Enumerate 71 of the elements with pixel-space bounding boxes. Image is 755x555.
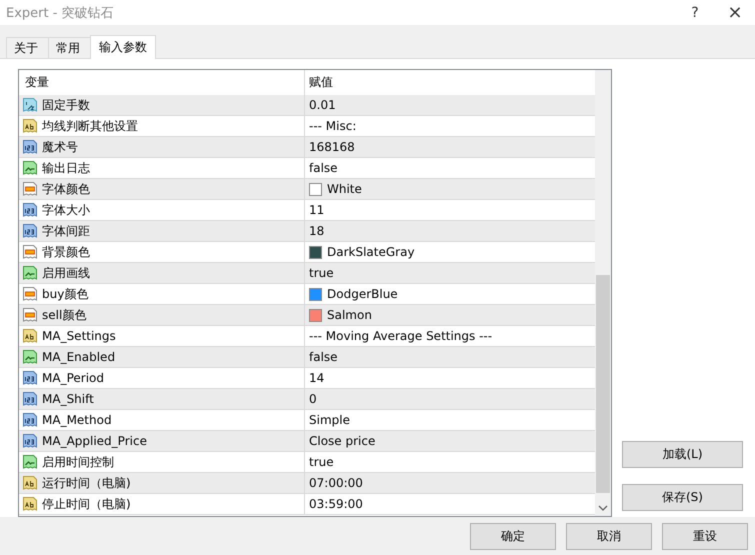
tab[interactable]: 输入参数 — [90, 35, 156, 59]
parameter-value[interactable]: Close price — [309, 434, 376, 448]
close-button[interactable]: × — [715, 2, 755, 23]
tab[interactable]: 关于 — [6, 37, 49, 58]
parameter-value[interactable]: 0.01 — [309, 98, 336, 112]
parameter-name: MA_Shift — [42, 392, 94, 406]
parameter-name: buy颜色 — [42, 286, 88, 302]
parameter-value[interactable]: 18 — [309, 224, 324, 238]
scrollbar-thumb[interactable] — [596, 275, 610, 493]
column-header[interactable]: 赋值 — [305, 70, 595, 95]
parameter-value[interactable]: 168168 — [309, 140, 355, 154]
parameter-value[interactable]: Salmon — [327, 308, 372, 322]
parameter-name: 均线判断其他设置 — [42, 118, 138, 134]
dialog-button[interactable]: 取消 — [566, 522, 652, 550]
document-icon — [22, 496, 38, 512]
parameter-name: sell颜色 — [42, 306, 86, 324]
document-icon — [22, 181, 38, 197]
document-icon — [22, 223, 38, 239]
parameter-name: 输出日志 — [42, 160, 90, 176]
parameter-name: MA_Settings — [42, 329, 116, 343]
parameter-value[interactable]: DodgerBlue — [327, 287, 398, 301]
parameter-value[interactable]: DarkSlateGray — [327, 245, 415, 259]
help-button[interactable]: ? — [675, 4, 715, 20]
parameter-value[interactable]: 07:00:00 — [309, 476, 363, 490]
parameter-name: MA_Applied_Price — [42, 434, 147, 448]
document-icon — [22, 328, 38, 344]
document-icon — [22, 349, 38, 365]
dialog-button[interactable]: 确定 — [470, 522, 556, 550]
document-icon — [22, 265, 38, 281]
parameter-name: 魔术号 — [42, 138, 78, 156]
document-icon — [22, 160, 38, 176]
window-title: Expert - 突破钻石 — [6, 4, 115, 22]
document-icon — [22, 97, 38, 113]
parameter-name: 停止时间（电脑) — [42, 496, 131, 512]
parameter-value[interactable]: 0 — [309, 392, 317, 406]
parameter-value[interactable]: true — [309, 455, 334, 469]
document-icon — [22, 454, 38, 470]
parameter-value[interactable]: --- Moving Average Settings --- — [309, 329, 492, 343]
parameter-name: 运行时间（电脑) — [42, 474, 131, 492]
parameter-name: 背景颜色 — [42, 244, 90, 260]
document-icon — [22, 370, 38, 386]
parameter-value[interactable]: 03:59:00 — [309, 497, 363, 511]
document-icon — [22, 118, 38, 134]
scrollbar[interactable] — [595, 70, 611, 516]
parameter-value[interactable]: true — [309, 266, 334, 280]
parameter-value[interactable]: Simple — [309, 413, 350, 427]
parameter-name: MA_Enabled — [42, 350, 116, 364]
parameter-name: MA_Method — [42, 413, 112, 427]
parameter-value[interactable]: 11 — [309, 203, 324, 217]
parameter-name: 字体颜色 — [42, 180, 90, 198]
parameter-value[interactable]: White — [327, 182, 362, 196]
document-icon — [22, 307, 38, 323]
side-button[interactable]: 加载(L) — [622, 441, 743, 468]
document-icon — [22, 412, 38, 428]
document-icon — [22, 202, 38, 218]
parameter-value[interactable]: false — [309, 350, 338, 364]
parameter-name: 字体大小 — [42, 202, 90, 218]
parameter-value[interactable]: false — [309, 161, 338, 175]
side-button[interactable]: 保存(S) — [622, 484, 743, 511]
document-icon — [22, 433, 38, 449]
parameter-value[interactable]: --- Misc: — [309, 119, 356, 133]
document-icon — [22, 391, 38, 407]
parameter-name: 字体间距 — [42, 222, 90, 240]
parameter-value[interactable]: 14 — [309, 371, 324, 385]
document-icon — [22, 139, 38, 155]
document-icon — [22, 475, 38, 491]
parameter-name: 启用画线 — [42, 264, 90, 282]
dialog-button[interactable]: 重设 — [662, 522, 748, 550]
parameter-name: 启用时间控制 — [42, 454, 114, 470]
parameter-name: 固定手数 — [42, 96, 90, 114]
parameter-name: MA_Period — [42, 371, 104, 385]
